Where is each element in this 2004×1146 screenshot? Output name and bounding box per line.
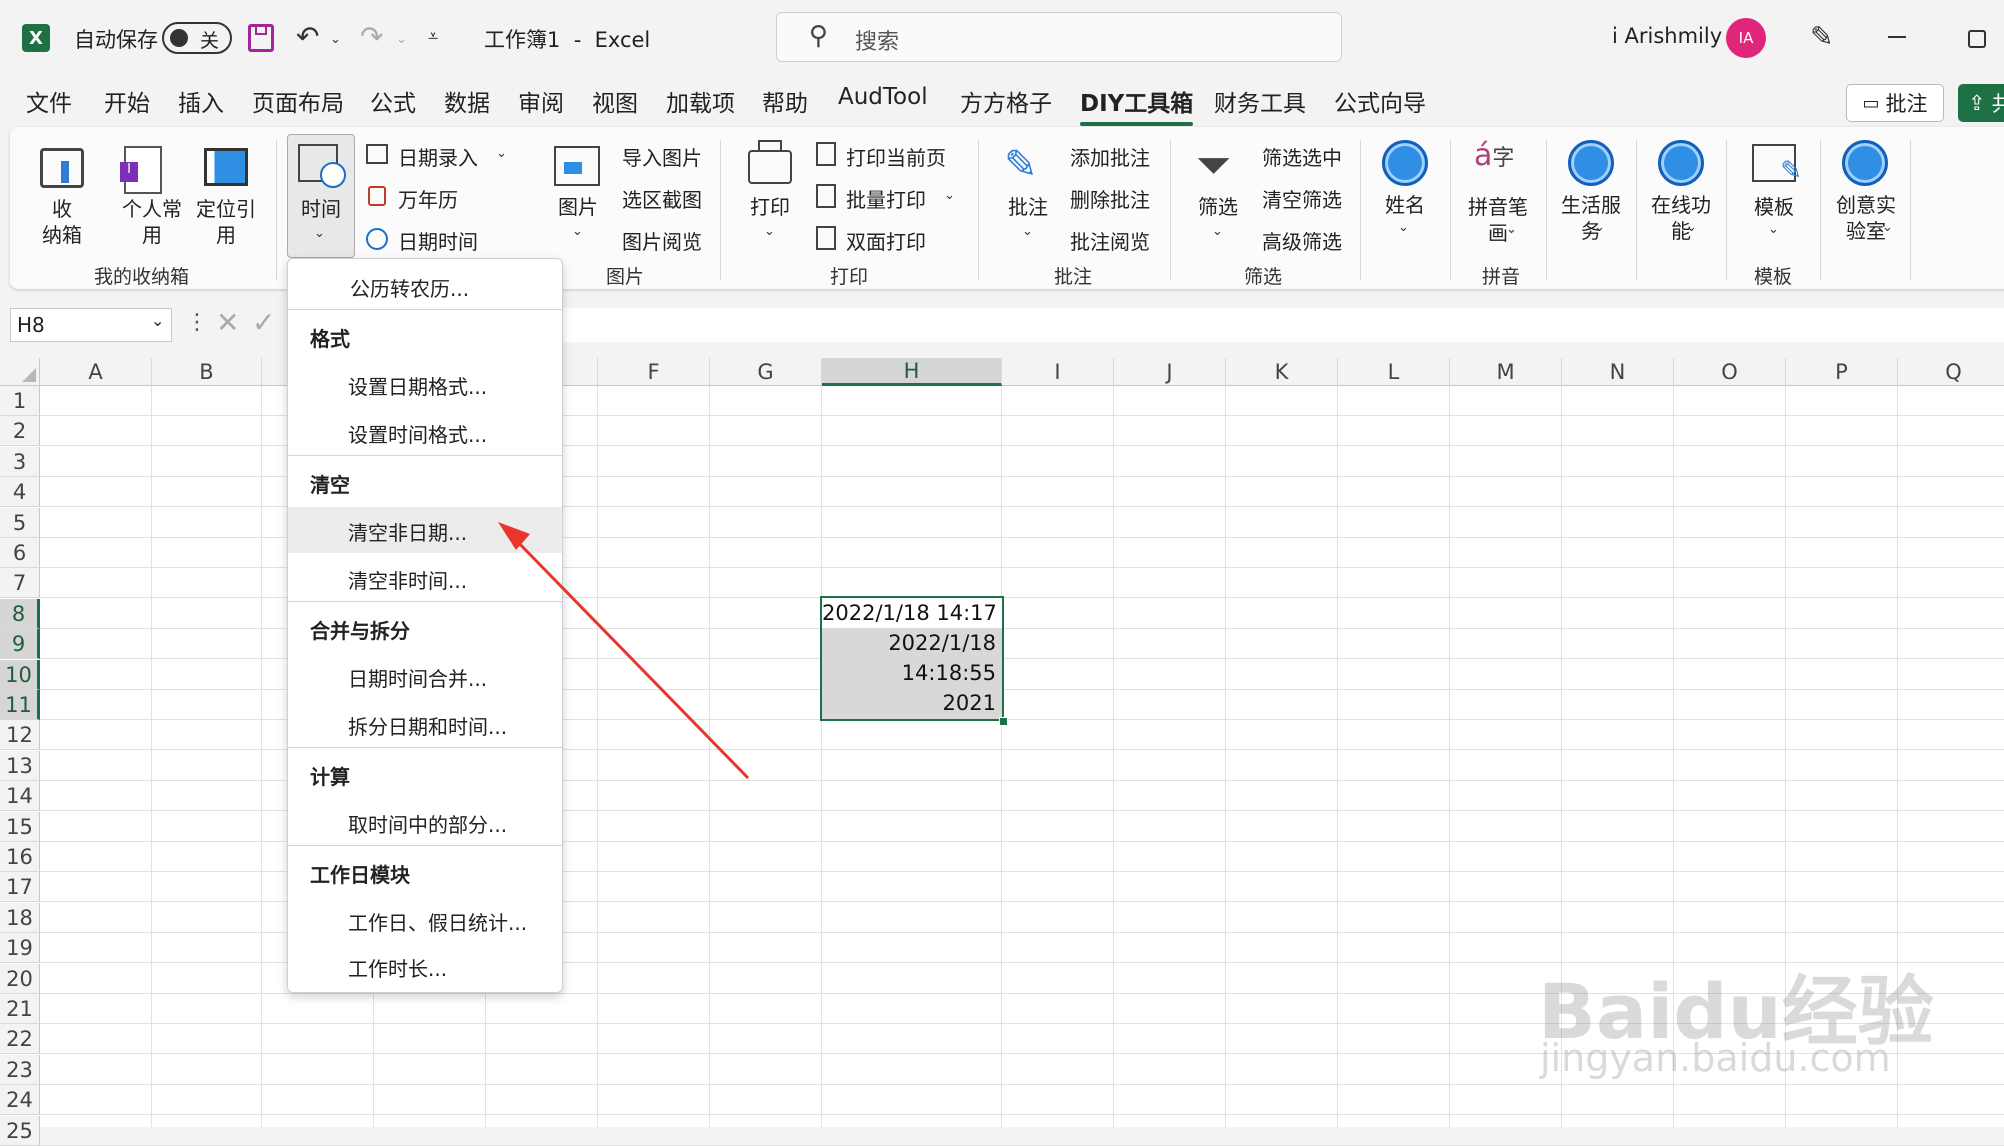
watermark-url: jingyan.baidu.com <box>1540 1036 1891 1080</box>
